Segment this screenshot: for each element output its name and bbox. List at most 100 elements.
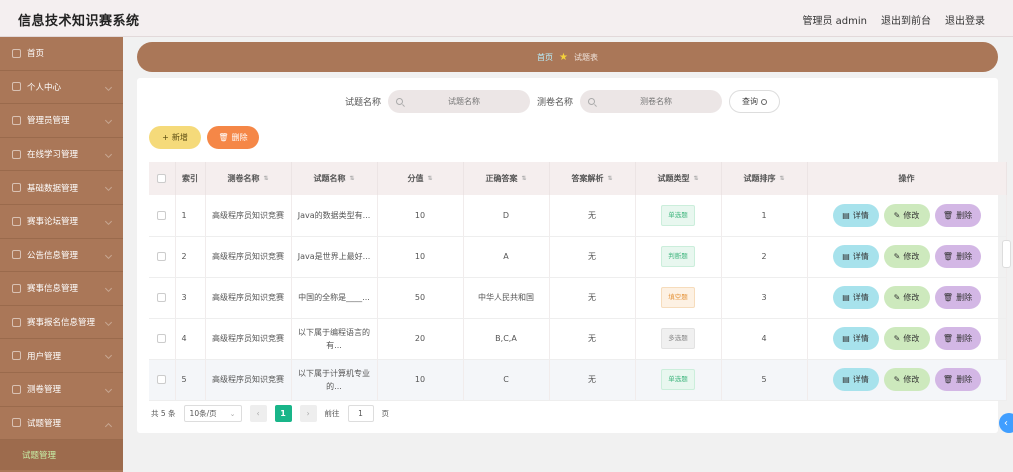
delete-button[interactable]: 🗑 删除	[934, 368, 981, 391]
sidebar-item-profile[interactable]: 个人中心	[0, 71, 123, 105]
trash-icon: 🗑	[942, 334, 954, 343]
next-page-button[interactable]: ›	[299, 405, 317, 422]
page-number-button[interactable]: 1	[274, 405, 292, 422]
batch-delete-button[interactable]: 🗑 删除	[207, 126, 259, 149]
goto-page-input[interactable]: 1	[347, 405, 374, 422]
study-icon	[12, 149, 21, 159]
sidebar-item-signup[interactable]: 赛事报名信息管理	[0, 306, 123, 340]
exit-to-front-link[interactable]: 退出到前台	[881, 12, 931, 27]
detail-button[interactable]: ▤ 详情	[832, 327, 879, 350]
sort-icon: ⇅	[427, 175, 433, 182]
cell-answer: 中华人民共和国	[463, 277, 550, 319]
collapse-panel-button[interactable]: ‹	[999, 413, 1013, 433]
detail-button[interactable]: ▤ 详情	[832, 368, 879, 391]
search-form: 试题名称 测卷名称 查询	[345, 90, 781, 113]
sidebar-subitem-questions[interactable]: 试题管理	[0, 440, 123, 471]
row-select-cell	[149, 277, 176, 319]
detail-button[interactable]: ▤ 详情	[832, 286, 879, 309]
edit-label: 修改	[903, 334, 920, 343]
sidebar-item-study[interactable]: 在线学习管理	[0, 138, 123, 172]
col-order[interactable]: 试题排序 ⇅	[721, 162, 808, 195]
sidebar-item-forum[interactable]: 赛事论坛管理	[0, 205, 123, 239]
cell-paper-name: 高级程序员知识竞赛	[205, 277, 292, 319]
cell-question-name: 中国的全称是____...	[291, 277, 378, 319]
prev-page-button[interactable]: ‹	[249, 405, 267, 422]
row-checkbox[interactable]	[157, 293, 167, 302]
breadcrumb-home[interactable]: 首页	[537, 52, 553, 63]
col-paper-name[interactable]: 测卷名称 ⇅	[205, 162, 292, 195]
edit-button[interactable]: ✎ 修改	[883, 286, 930, 309]
sidebar-item-event[interactable]: 赛事信息管理	[0, 272, 123, 306]
chevron-down-icon	[104, 385, 113, 393]
edit-button[interactable]: ✎ 修改	[883, 327, 930, 350]
edit-label: 修改	[903, 210, 920, 220]
chevron-up-icon	[104, 422, 113, 430]
table-row: 2 高级程序员知识竞赛 Java是世界上最好... 10 A 无判断题 2 ▤ 详情 ✎ 修改 🗑 删除	[149, 236, 1007, 278]
delete-button[interactable]: 🗑 删除	[934, 245, 981, 268]
trash-icon: 🗑	[218, 133, 229, 142]
delete-button[interactable]: 🗑 删除	[934, 203, 981, 227]
total-count: 共 5 条	[151, 409, 176, 418]
paper-name-field[interactable]	[580, 90, 723, 113]
scroll-handle[interactable]	[1002, 240, 1011, 268]
delete-button[interactable]: 🗑 删除	[934, 286, 981, 309]
trash-icon: 🗑	[942, 252, 954, 261]
edit-button[interactable]: ✎ 修改	[883, 245, 930, 268]
star-icon: ★	[559, 51, 568, 63]
admin-icon	[12, 115, 21, 125]
table-row: 5 高级程序员知识竞赛 以下属于计算机专业的... 10 C 无单选题 5 ▤ 详情 ✎ 修改 🗑 删除	[149, 359, 1007, 401]
document-icon: ▤	[842, 293, 850, 302]
col-type[interactable]: 试题类型 ⇅	[635, 162, 722, 195]
type-badge: 单选题	[661, 369, 695, 390]
sidebar-item-label: 试题管理	[27, 418, 62, 429]
question-name-label: 试题名称	[345, 98, 382, 108]
row-checkbox[interactable]	[157, 252, 167, 261]
action-bar: + 新增 🗑 删除	[149, 126, 259, 149]
cell-score: 10	[377, 236, 464, 278]
detail-button[interactable]: ▤ 详情	[832, 245, 879, 268]
sidebar-item-users[interactable]: 用户管理	[0, 339, 123, 373]
detail-button[interactable]: ▤ 详情	[832, 203, 879, 227]
cell-type: 多选题	[635, 318, 722, 360]
sort-icon: ⇅	[779, 175, 785, 182]
sidebar-item-questions[interactable]: 试题管理	[0, 407, 123, 441]
edit-button[interactable]: ✎ 修改	[883, 203, 930, 227]
query-button[interactable]: 查询	[729, 90, 781, 113]
edit-button[interactable]: ✎ 修改	[883, 368, 930, 391]
sidebar-item-home[interactable]: 首页	[0, 37, 123, 71]
question-name-field[interactable]	[388, 90, 531, 113]
col-score[interactable]: 分值 ⇅	[377, 162, 464, 195]
row-actions: ▤ 详情 ✎ 修改 🗑 删除	[812, 245, 1002, 268]
paper-name-input[interactable]	[601, 97, 712, 106]
select-all-checkbox[interactable]	[157, 174, 167, 183]
cell-score: 10	[377, 195, 464, 237]
chevron-down-icon	[104, 251, 113, 259]
sidebar-item-papers[interactable]: 测卷管理	[0, 373, 123, 407]
logout-link[interactable]: 退出登录	[945, 12, 985, 27]
add-button[interactable]: + 新增	[149, 126, 201, 149]
col-answer[interactable]: 正确答案 ⇅	[463, 162, 550, 195]
col-question-name[interactable]: 试题名称 ⇅	[291, 162, 378, 195]
edit-label: 修改	[903, 252, 920, 261]
delete-button[interactable]: 🗑 删除	[934, 327, 981, 350]
pagination: 共 5 条 10条/页 ⌄ ‹ 1 › 前往 1 页	[151, 405, 389, 422]
sidebar-item-notice[interactable]: 公告信息管理	[0, 239, 123, 273]
row-checkbox[interactable]	[157, 334, 167, 343]
col-label: 答案解析	[571, 174, 604, 183]
table-row: 1 高级程序员知识竞赛 Java的数据类型有... 10 D 无单选题 1 ▤ 详情 ✎ 修改 🗑 删除	[149, 195, 1007, 237]
row-checkbox[interactable]	[157, 375, 167, 384]
col-analysis[interactable]: 答案解析 ⇅	[549, 162, 636, 195]
sidebar-item-admins[interactable]: 管理员管理	[0, 104, 123, 138]
cell-actions: ▤ 详情 ✎ 修改 🗑 删除	[807, 318, 1007, 360]
page-size-select[interactable]: 10条/页 ⌄	[183, 405, 242, 422]
row-checkbox[interactable]	[157, 210, 167, 220]
edit-label: 修改	[903, 375, 920, 384]
sidebar-item-basic-data[interactable]: 基础数据管理	[0, 171, 123, 205]
chevron-down-icon	[104, 117, 113, 125]
trash-icon: 🗑	[942, 375, 954, 384]
delete-label: 删除	[956, 293, 973, 302]
question-name-input[interactable]	[409, 97, 520, 106]
delete-label: 删除	[956, 252, 973, 261]
page-size-value: 10条/页	[189, 409, 217, 418]
document-icon: ▤	[842, 252, 850, 261]
